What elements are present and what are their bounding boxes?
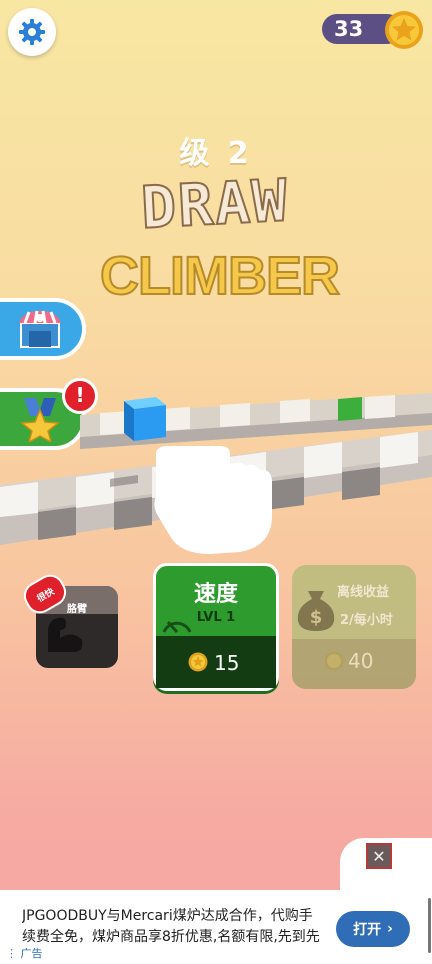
coin-icon: [188, 652, 208, 672]
speed-cost: 15: [214, 651, 240, 675]
offline-title: 离线收益: [337, 585, 390, 600]
tutorial-hand-icon: [154, 446, 272, 554]
offline-rate: 2/每小时: [340, 613, 393, 628]
ad-text: JPGOODBUY与Mercari煤炉达成合作，代购手续费全免，煤炉商品享8折优…: [22, 908, 320, 945]
logo-draw: DRAW: [138, 165, 291, 243]
offline-earnings-card[interactable]: $ 离线收益 2/每小时 40: [292, 565, 416, 689]
close-icon[interactable]: ✕: [366, 843, 392, 869]
ad-banner[interactable]: JPGOODBUY与Mercari煤炉达成合作，代购手续费全免，煤炉商品享8折优…: [0, 890, 432, 964]
chevron-right-icon: ›: [387, 921, 393, 937]
ad-open-button[interactable]: 打开 ›: [336, 911, 410, 947]
coin-icon: [324, 651, 344, 671]
svg-text:$: $: [310, 607, 323, 628]
logo-climber: CLIMBER: [99, 245, 341, 307]
info-icon: ⋮: [6, 947, 17, 960]
shop-icon: [19, 310, 61, 348]
ad-label-text: 广告: [20, 947, 43, 960]
ad-label: ⋮ 广告: [6, 945, 43, 961]
offline-cost: 40: [348, 649, 374, 673]
coin-icon: [385, 11, 423, 49]
arm-muscle-icon: [48, 617, 83, 652]
gear-icon: [19, 19, 45, 45]
level-indicator: 级 2: [179, 136, 253, 171]
ad-scrollbar: [428, 898, 431, 953]
speed-level: LVL 1: [196, 610, 236, 625]
player-cube: [124, 397, 166, 441]
settings-button[interactable]: [8, 8, 56, 56]
speed-upgrade-card[interactable]: 速度 LVL 1 15: [153, 563, 279, 691]
ad-open-label: 打开: [353, 922, 382, 938]
shop-button[interactable]: [0, 298, 86, 360]
coin-count: 33: [334, 17, 364, 41]
money-bag-icon: $: [297, 591, 335, 631]
